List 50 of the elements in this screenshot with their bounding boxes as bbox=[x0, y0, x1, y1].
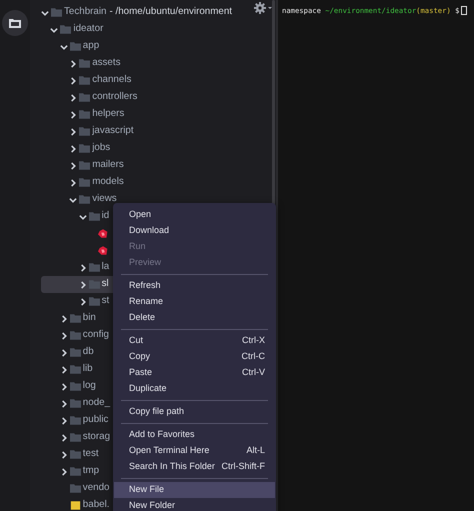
shortcut-text: Ctrl-C bbox=[242, 350, 265, 364]
file-name: app bbox=[82, 39, 100, 54]
menu-item-label: Cut bbox=[129, 334, 144, 348]
file-name: tmp bbox=[82, 464, 100, 478]
file-name: db bbox=[82, 345, 94, 360]
file-name: sl bbox=[102, 277, 109, 292]
menu-item-label: New File bbox=[129, 483, 164, 496]
root-path: - /home/ubuntu/environment bbox=[109, 5, 232, 20]
menu-item-label: Rename bbox=[129, 295, 164, 308]
file-name: node_ bbox=[82, 396, 110, 410]
file-name: mailers bbox=[92, 158, 124, 172]
menu-item-label: Copy file path bbox=[129, 405, 184, 418]
file-name: vendo bbox=[82, 481, 110, 496]
file-name: test bbox=[82, 447, 99, 462]
menu-item-label: Duplicate bbox=[129, 382, 167, 396]
menu-item-label: Search In This Folder bbox=[129, 460, 215, 474]
file-name: config bbox=[82, 328, 109, 342]
menu-item-label: Preview bbox=[129, 256, 162, 270]
menu-item-label: Delete bbox=[129, 311, 156, 324]
file-name: la bbox=[102, 260, 110, 274]
file-name: bin bbox=[82, 311, 96, 326]
menu-item-label: Run bbox=[129, 240, 146, 254]
file-name: jobs bbox=[92, 141, 110, 156]
file-name: javascript bbox=[92, 124, 134, 138]
file-name: assets bbox=[92, 56, 121, 70]
file-name: controllers bbox=[92, 90, 138, 104]
menu-item-label: Open Terminal Here bbox=[129, 444, 210, 458]
menu-item-label: Paste bbox=[129, 366, 152, 380]
shortcut-text: Ctrl-X bbox=[242, 334, 265, 348]
menu-item-label: Copy bbox=[129, 350, 150, 364]
file-name: lib bbox=[82, 362, 93, 376]
file-name: helpers bbox=[92, 107, 124, 122]
menu-item-label: Open bbox=[129, 208, 152, 222]
file-name: models bbox=[92, 175, 124, 190]
file-name: public bbox=[82, 413, 108, 428]
file-name: st bbox=[102, 294, 110, 308]
menu-item-label: Download bbox=[129, 224, 170, 238]
file-name: views bbox=[92, 192, 117, 206]
menu-item-label: Add to Favorites bbox=[129, 428, 195, 442]
file-name: babel. bbox=[82, 498, 110, 511]
file-name: channels bbox=[92, 73, 132, 88]
shortcut-text: Alt-L bbox=[246, 444, 265, 458]
file-name: id bbox=[102, 209, 110, 224]
shortcut-text: Ctrl-Shift-F bbox=[222, 460, 265, 474]
shortcut-text: Ctrl-V bbox=[242, 366, 265, 380]
menu-item-label: Refresh bbox=[129, 279, 161, 292]
file-name: ideator bbox=[73, 22, 104, 36]
menu-item-label: New Folder bbox=[129, 499, 176, 511]
file-name: log bbox=[82, 379, 96, 394]
file-name: storag bbox=[82, 430, 110, 444]
